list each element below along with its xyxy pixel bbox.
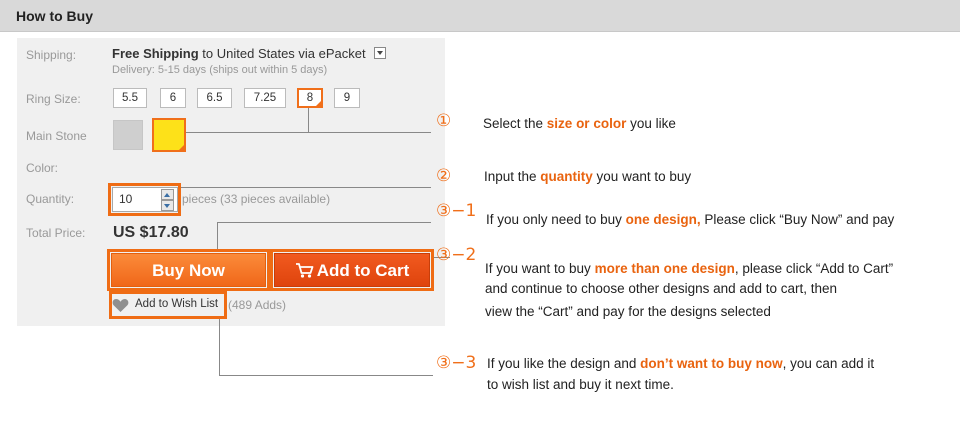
shipping-info: Free Shipping to United States via ePack… [112,46,387,61]
total-price-value: US $17.80 [113,224,189,241]
ring-size-option[interactable]: 5.5 [113,88,147,108]
shipping-to: to [202,46,214,61]
connector-line-3-1b [217,222,218,249]
ring-size-option-selected[interactable]: 8 [297,88,323,108]
connector-line-1 [186,132,431,133]
heart-icon[interactable] [112,298,129,313]
shipping-label: Shipping: [26,48,77,62]
connector-line-3-1 [217,222,431,223]
quantity-label: Quantity: [26,192,75,206]
step-3-3-text-line2: to wish list and buy it next time. [487,377,674,392]
add-to-cart-label: Add to Cart [316,261,410,280]
connector-line-2 [181,187,431,188]
step-3-2-text-line3: view the “Cart” and pay for the designs … [485,304,771,319]
connector-line-3-3b [219,319,220,375]
step-number: ③−2 [436,245,477,265]
shipping-destination[interactable]: United States via ePacket [217,46,366,61]
total-price-label: Total Price: [26,226,86,240]
step-3-2-text: If you want to buy more than one design,… [485,261,894,276]
step-3-1-text: If you only need to buy one design, Plea… [486,212,895,227]
color-label: Color: [26,161,59,175]
quantity-decrement-icon[interactable] [161,200,174,211]
main-stone-label: Main Stone [26,129,87,143]
delivery-info: Delivery: 5-15 days (ships out within 5 … [112,64,328,76]
connector-line-1b [308,108,309,132]
step-3-2-text-line2: and continue to choose other designs and… [485,281,838,296]
step-number: ③−3 [436,353,477,373]
section-title: How to Buy [16,8,93,24]
cart-icon [295,263,314,278]
step-number: ② [436,166,452,186]
stone-color-swatch-gray[interactable] [113,120,143,150]
shipping-method: Free Shipping [112,46,199,61]
quantity-increment-icon[interactable] [161,189,174,200]
step-number: ③−1 [436,201,477,221]
add-to-cart-button[interactable]: Add to Cart [274,253,430,287]
quantity-available: pieces (33 pieces available) [182,192,331,206]
connector-line-3-3 [219,375,433,376]
step-3-3-text: If you like the design and don’t want to… [487,356,875,371]
ring-size-option[interactable]: 7.25 [244,88,286,108]
wish-list-count: (489 Adds) [228,298,287,312]
buy-now-button[interactable]: Buy Now [111,253,266,287]
check-corner-icon [178,144,185,151]
ring-size-selected-label: 8 [306,92,314,104]
ring-size-label: Ring Size: [26,92,81,106]
stone-color-swatch-yellow-selected[interactable] [152,118,186,152]
step-number: ① [436,111,452,131]
chevron-down-icon[interactable] [374,47,387,59]
buy-now-label: Buy Now [152,261,225,280]
section-header: How to Buy [0,0,960,32]
ring-size-option[interactable]: 6.5 [197,88,232,108]
add-to-wish-list-link[interactable]: Add to Wish List [135,298,218,310]
ring-size-option[interactable]: 6 [160,88,186,108]
ring-size-option[interactable]: 9 [334,88,360,108]
step-1-text: Select the size or color you like [483,116,676,131]
step-2-text: Input the quantity you want to buy [484,169,692,184]
check-corner-icon [315,100,322,107]
